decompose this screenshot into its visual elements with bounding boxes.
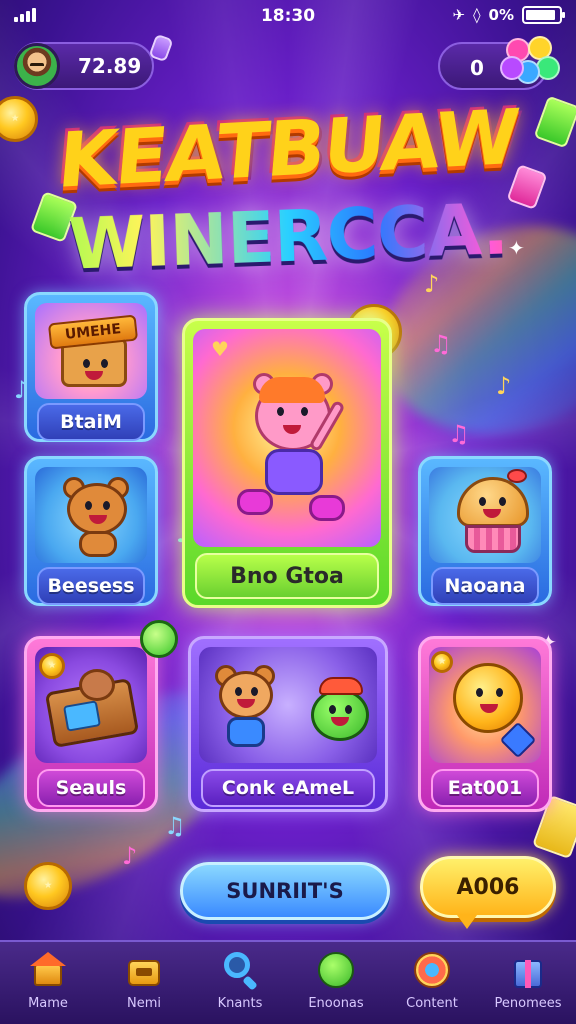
music-note-icon: ♪	[122, 842, 138, 870]
coins-value: 72.89	[78, 54, 142, 78]
music-note-icon: ♫	[164, 812, 186, 840]
house-icon	[28, 950, 68, 990]
nav-label: Knants	[217, 996, 263, 1011]
level-card-6[interactable]: Conk eAmeL	[188, 636, 388, 812]
music-note-icon: ♫	[448, 420, 470, 448]
secondary-action-button[interactable]: A006	[420, 856, 556, 929]
green-orb-icon	[140, 620, 178, 658]
card-art: UMEHE	[35, 303, 147, 399]
card-art: ♥	[193, 329, 381, 547]
coin-icon	[24, 862, 72, 910]
gift-icon	[508, 950, 548, 990]
nav-item-home[interactable]: Mame	[0, 942, 96, 1024]
music-note-icon: ♪	[496, 372, 512, 400]
bear-character	[215, 663, 279, 755]
card-art	[35, 467, 147, 563]
target-icon	[412, 950, 452, 990]
card-art	[35, 647, 147, 763]
card-art	[429, 647, 541, 763]
nav-label: Penomees	[494, 996, 562, 1011]
muffin-character	[455, 469, 531, 557]
sparkle-icon: ♥	[211, 337, 229, 361]
card-art	[429, 467, 541, 563]
treasure-icon	[124, 950, 164, 990]
battery-icon	[522, 6, 565, 24]
gem-cluster-icon[interactable]	[500, 36, 562, 96]
card-label: Eat001	[431, 769, 539, 807]
level-card-4[interactable]: Naoana	[418, 456, 552, 606]
level-card-1[interactable]: UMEHE BtaiM	[24, 292, 158, 442]
search-icon	[220, 950, 260, 991]
green-blob-character	[311, 677, 371, 741]
battery-percent: 0%	[488, 6, 514, 24]
music-note-icon: ♫	[430, 330, 452, 358]
globe-icon	[316, 950, 356, 990]
music-note-icon: ♪	[424, 270, 440, 298]
bear-character	[237, 369, 346, 529]
gems-value: 0	[470, 56, 484, 80]
smiley-ball-character	[453, 663, 523, 733]
card-label: BtaiM	[37, 403, 145, 441]
nav-item-target[interactable]: Content	[384, 942, 480, 1024]
card-label: Seauls	[37, 769, 145, 807]
avatar[interactable]	[14, 43, 60, 89]
level-card-featured[interactable]: ♥ Bno Gtoa	[182, 318, 392, 608]
bear-character	[63, 475, 133, 559]
bottom-nav: Mame Nemi Knants Enoonas Content Penomee…	[0, 940, 576, 1024]
nav-label: Content	[406, 996, 458, 1011]
coin-icon	[431, 651, 453, 673]
status-right: ✈ ◊ 0%	[452, 6, 565, 24]
level-card-5[interactable]: Seauls	[24, 636, 158, 812]
nav-item-globe[interactable]: Enoonas	[288, 942, 384, 1024]
bluetooth-icon: ✈	[452, 6, 466, 24]
nav-label: Mame	[28, 996, 68, 1011]
nav-label: Enoonas	[308, 996, 364, 1011]
battery-fill	[526, 10, 555, 20]
card-label: Conk eAmeL	[201, 769, 375, 807]
nav-label: Nemi	[127, 996, 161, 1011]
status-bar: 18:30 ✈ ◊ 0%	[0, 0, 576, 32]
profile-coins-pill[interactable]: 72.89	[14, 42, 154, 90]
card-label: Beesess	[37, 567, 145, 605]
nav-item-treasure[interactable]: Nemi	[96, 942, 192, 1024]
card-label: Bno Gtoa	[195, 553, 379, 599]
card-art	[199, 647, 377, 763]
level-card-3[interactable]: Beesess	[24, 456, 158, 606]
card-label: Naoana	[431, 567, 539, 605]
primary-action-button[interactable]: SUNRIIT'S	[180, 862, 390, 920]
nav-item-gift[interactable]: Penomees	[480, 942, 576, 1024]
vibrate-icon: ◊	[473, 6, 481, 24]
level-card-7[interactable]: Eat001	[418, 636, 552, 812]
nav-item-search[interactable]: Knants	[192, 942, 288, 1024]
coin-icon	[39, 653, 65, 679]
